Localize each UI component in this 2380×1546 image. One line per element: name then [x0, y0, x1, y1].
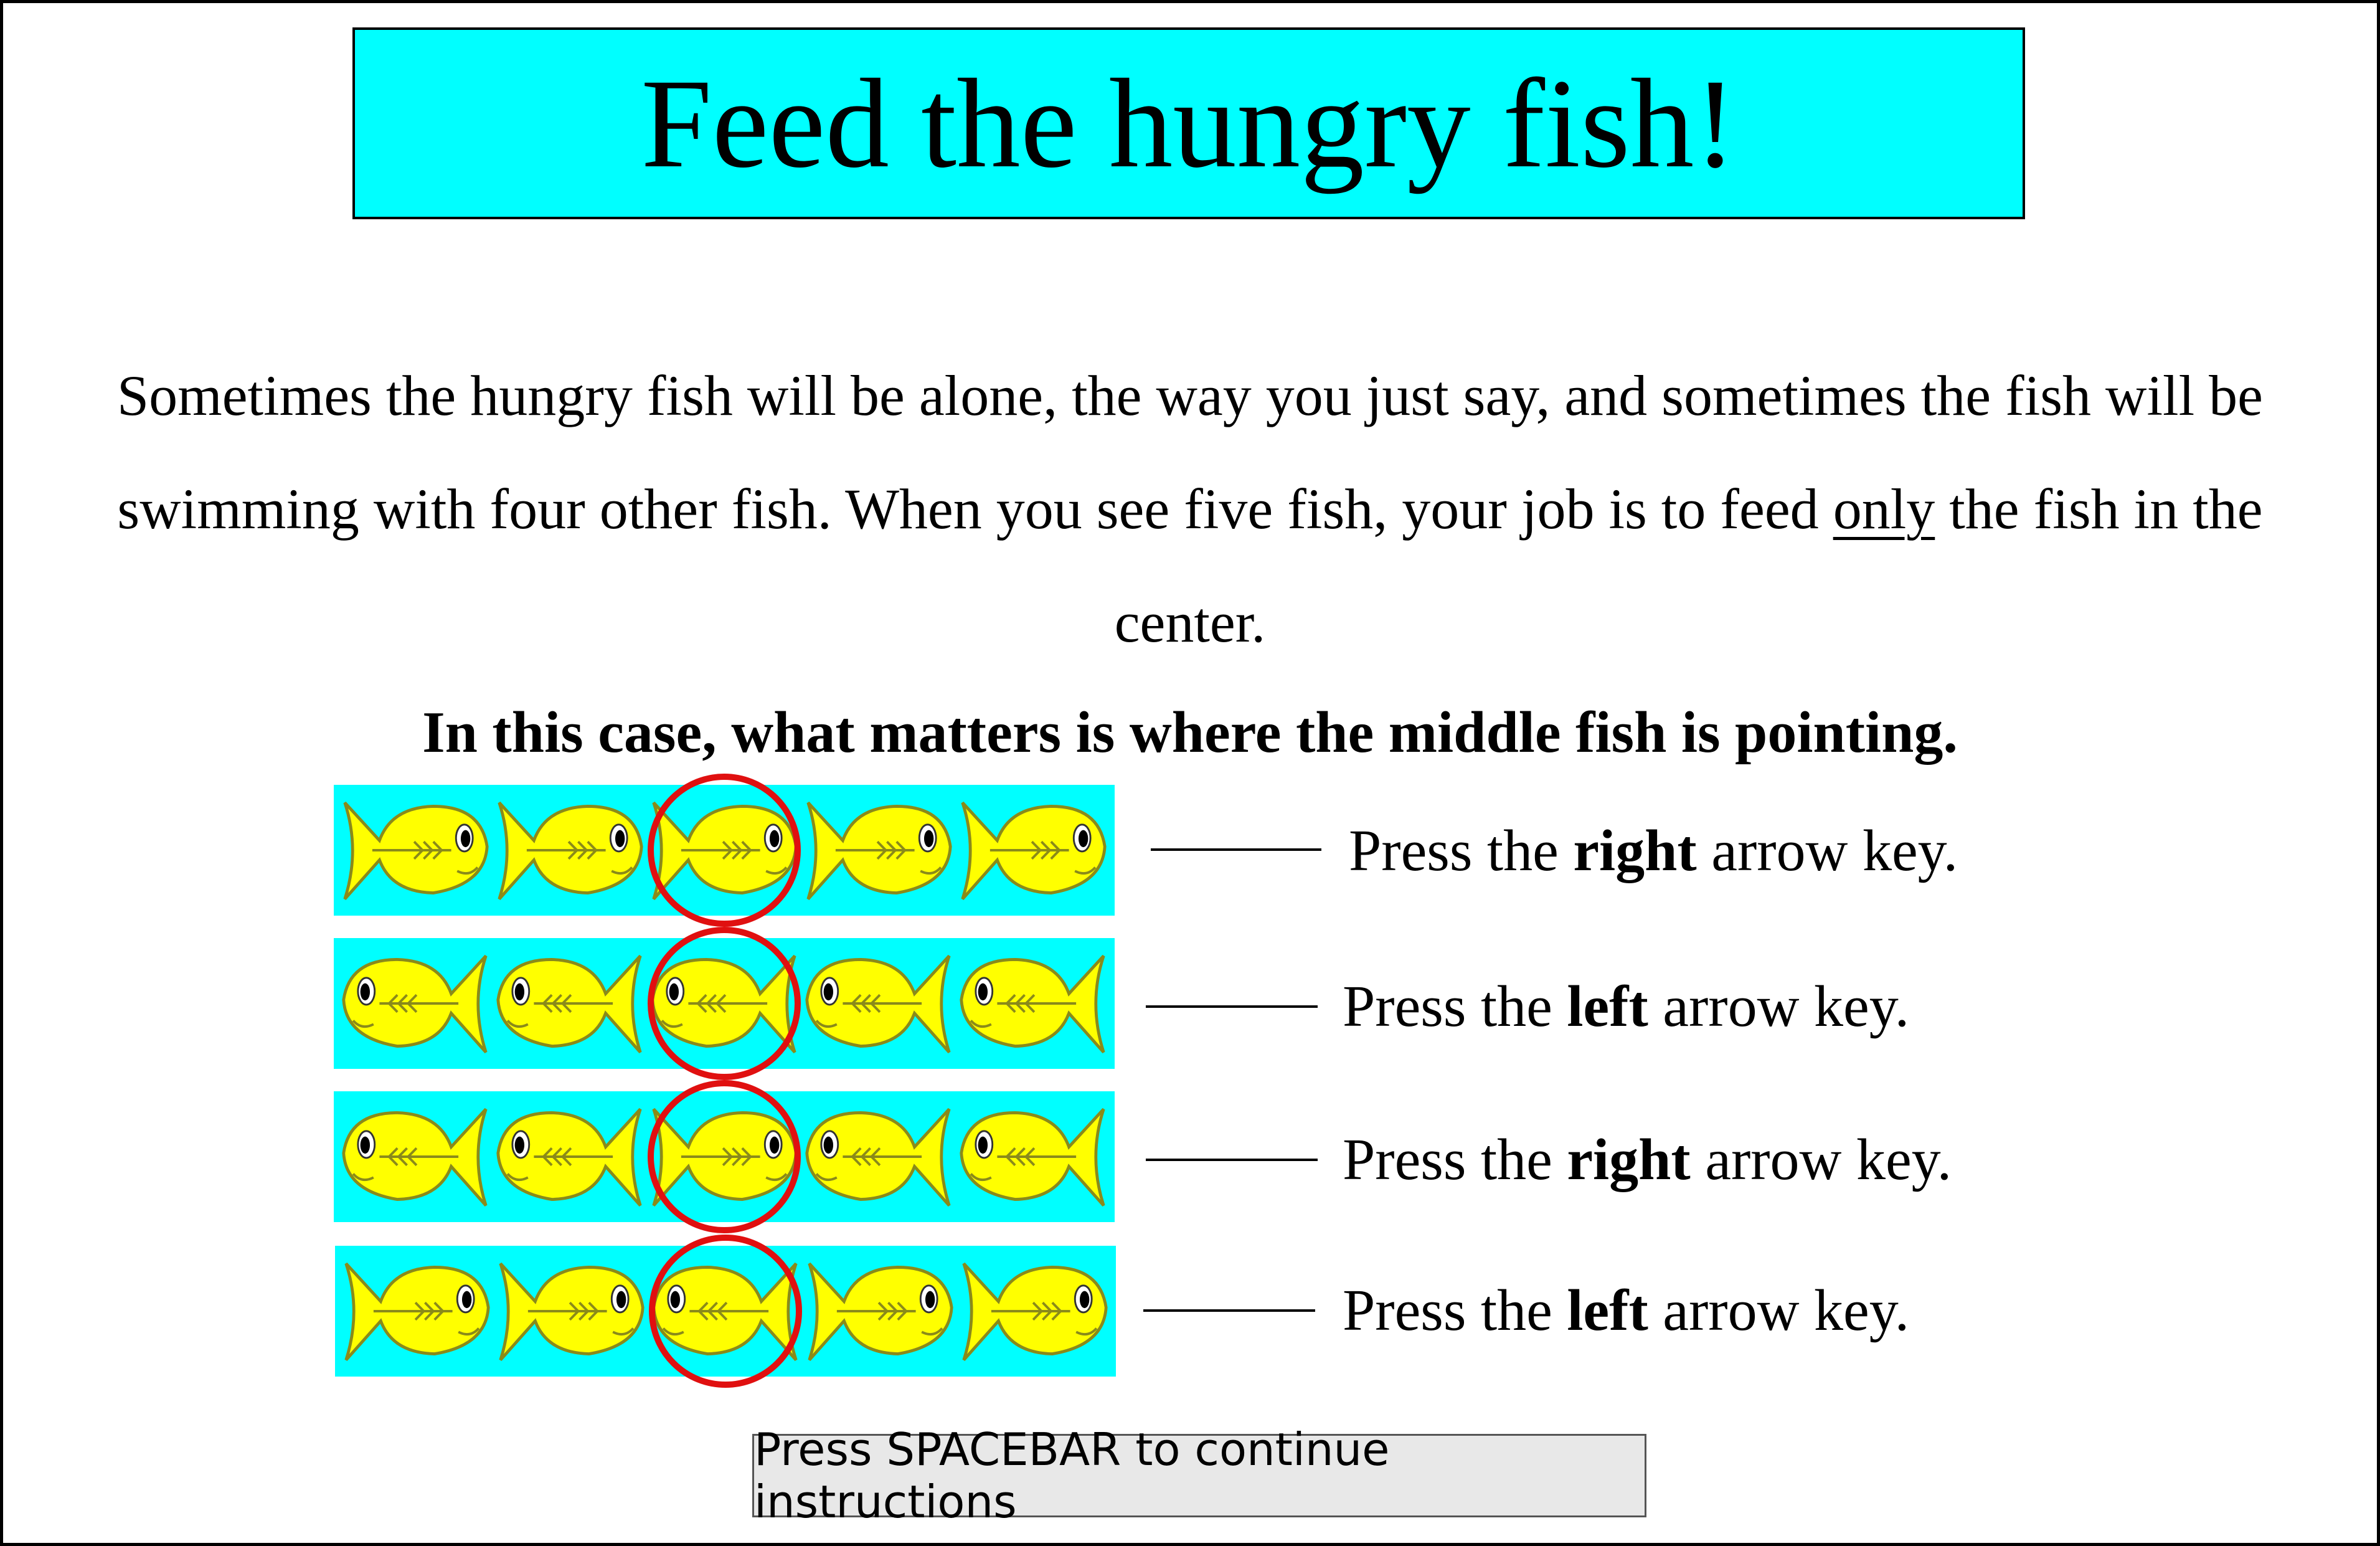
- leader-line: [1143, 1309, 1315, 1312]
- instruction-row-4: Press the left arrow key.: [1343, 1273, 1909, 1348]
- leader-line: [1151, 848, 1321, 851]
- fish-icon: [805, 1107, 951, 1207]
- paragraph-underlined-word: only: [1833, 477, 1935, 541]
- fish-icon: [498, 801, 643, 901]
- fish-row-graphic: [342, 927, 1105, 1080]
- instruction-prefix: Press the: [1343, 1278, 1567, 1343]
- fish-icon: [342, 954, 488, 1054]
- continue-button[interactable]: Press SPACEBAR to continue instructions: [752, 1423, 1646, 1528]
- fish-icon: [806, 801, 952, 901]
- instruction-suffix: arrow key.: [1648, 974, 1910, 1039]
- leader-line: [1146, 1005, 1318, 1008]
- fish-icon: [961, 801, 1107, 901]
- fish-row: [334, 774, 1115, 927]
- instruction-prefix: Press the: [1343, 974, 1567, 1039]
- fish-icon: [808, 1262, 953, 1362]
- instruction-key: left: [1567, 974, 1648, 1039]
- instruction-suffix: arrow key.: [1690, 1127, 1952, 1192]
- fish-row-graphic: [344, 1235, 1108, 1388]
- instruction-key: left: [1567, 1278, 1648, 1343]
- instruction-suffix: arrow key.: [1696, 818, 1958, 883]
- fish-row: [334, 927, 1115, 1080]
- fish-row-graphic: [343, 774, 1107, 927]
- fish-row-graphic: [342, 1080, 1105, 1233]
- fish-icon: [960, 954, 1105, 1054]
- fish-icon: [652, 801, 798, 901]
- fish-icon: [960, 1107, 1105, 1207]
- fish-icon: [343, 801, 489, 901]
- fish-icon: [651, 954, 796, 1054]
- instruction-suffix: arrow key.: [1648, 1278, 1910, 1343]
- page-title: Feed the hungry fish!: [641, 52, 1737, 194]
- fish-icon: [962, 1262, 1108, 1362]
- instruction-prefix: Press the: [1349, 818, 1574, 883]
- fish-icon: [344, 1262, 490, 1362]
- fish-row: [335, 1235, 1116, 1388]
- instruction-row-3: Press the right arrow key.: [1343, 1122, 1952, 1197]
- fish-icon: [652, 1107, 798, 1207]
- fish-icon: [496, 954, 642, 1054]
- instruction-row-2: Press the left arrow key.: [1343, 969, 1909, 1044]
- instruction-row-1: Press the right arrow key.: [1349, 813, 1958, 888]
- instruction-paragraph: Sometimes the hungry fish will be alone,…: [37, 339, 2343, 679]
- instruction-key: right: [1573, 818, 1697, 883]
- instruction-key: right: [1567, 1127, 1691, 1192]
- fish-icon: [499, 1262, 645, 1362]
- fish-icon: [652, 1262, 798, 1362]
- fish-icon: [342, 1107, 488, 1207]
- fish-icon: [496, 1107, 642, 1207]
- fish-icon: [805, 954, 951, 1054]
- instruction-prefix: Press the: [1343, 1127, 1567, 1192]
- fish-row: [334, 1080, 1115, 1233]
- emphasis-text: In this case, what matters is where the …: [422, 700, 1958, 765]
- title-banner: Feed the hungry fish!: [352, 27, 2025, 219]
- leader-line: [1146, 1159, 1318, 1161]
